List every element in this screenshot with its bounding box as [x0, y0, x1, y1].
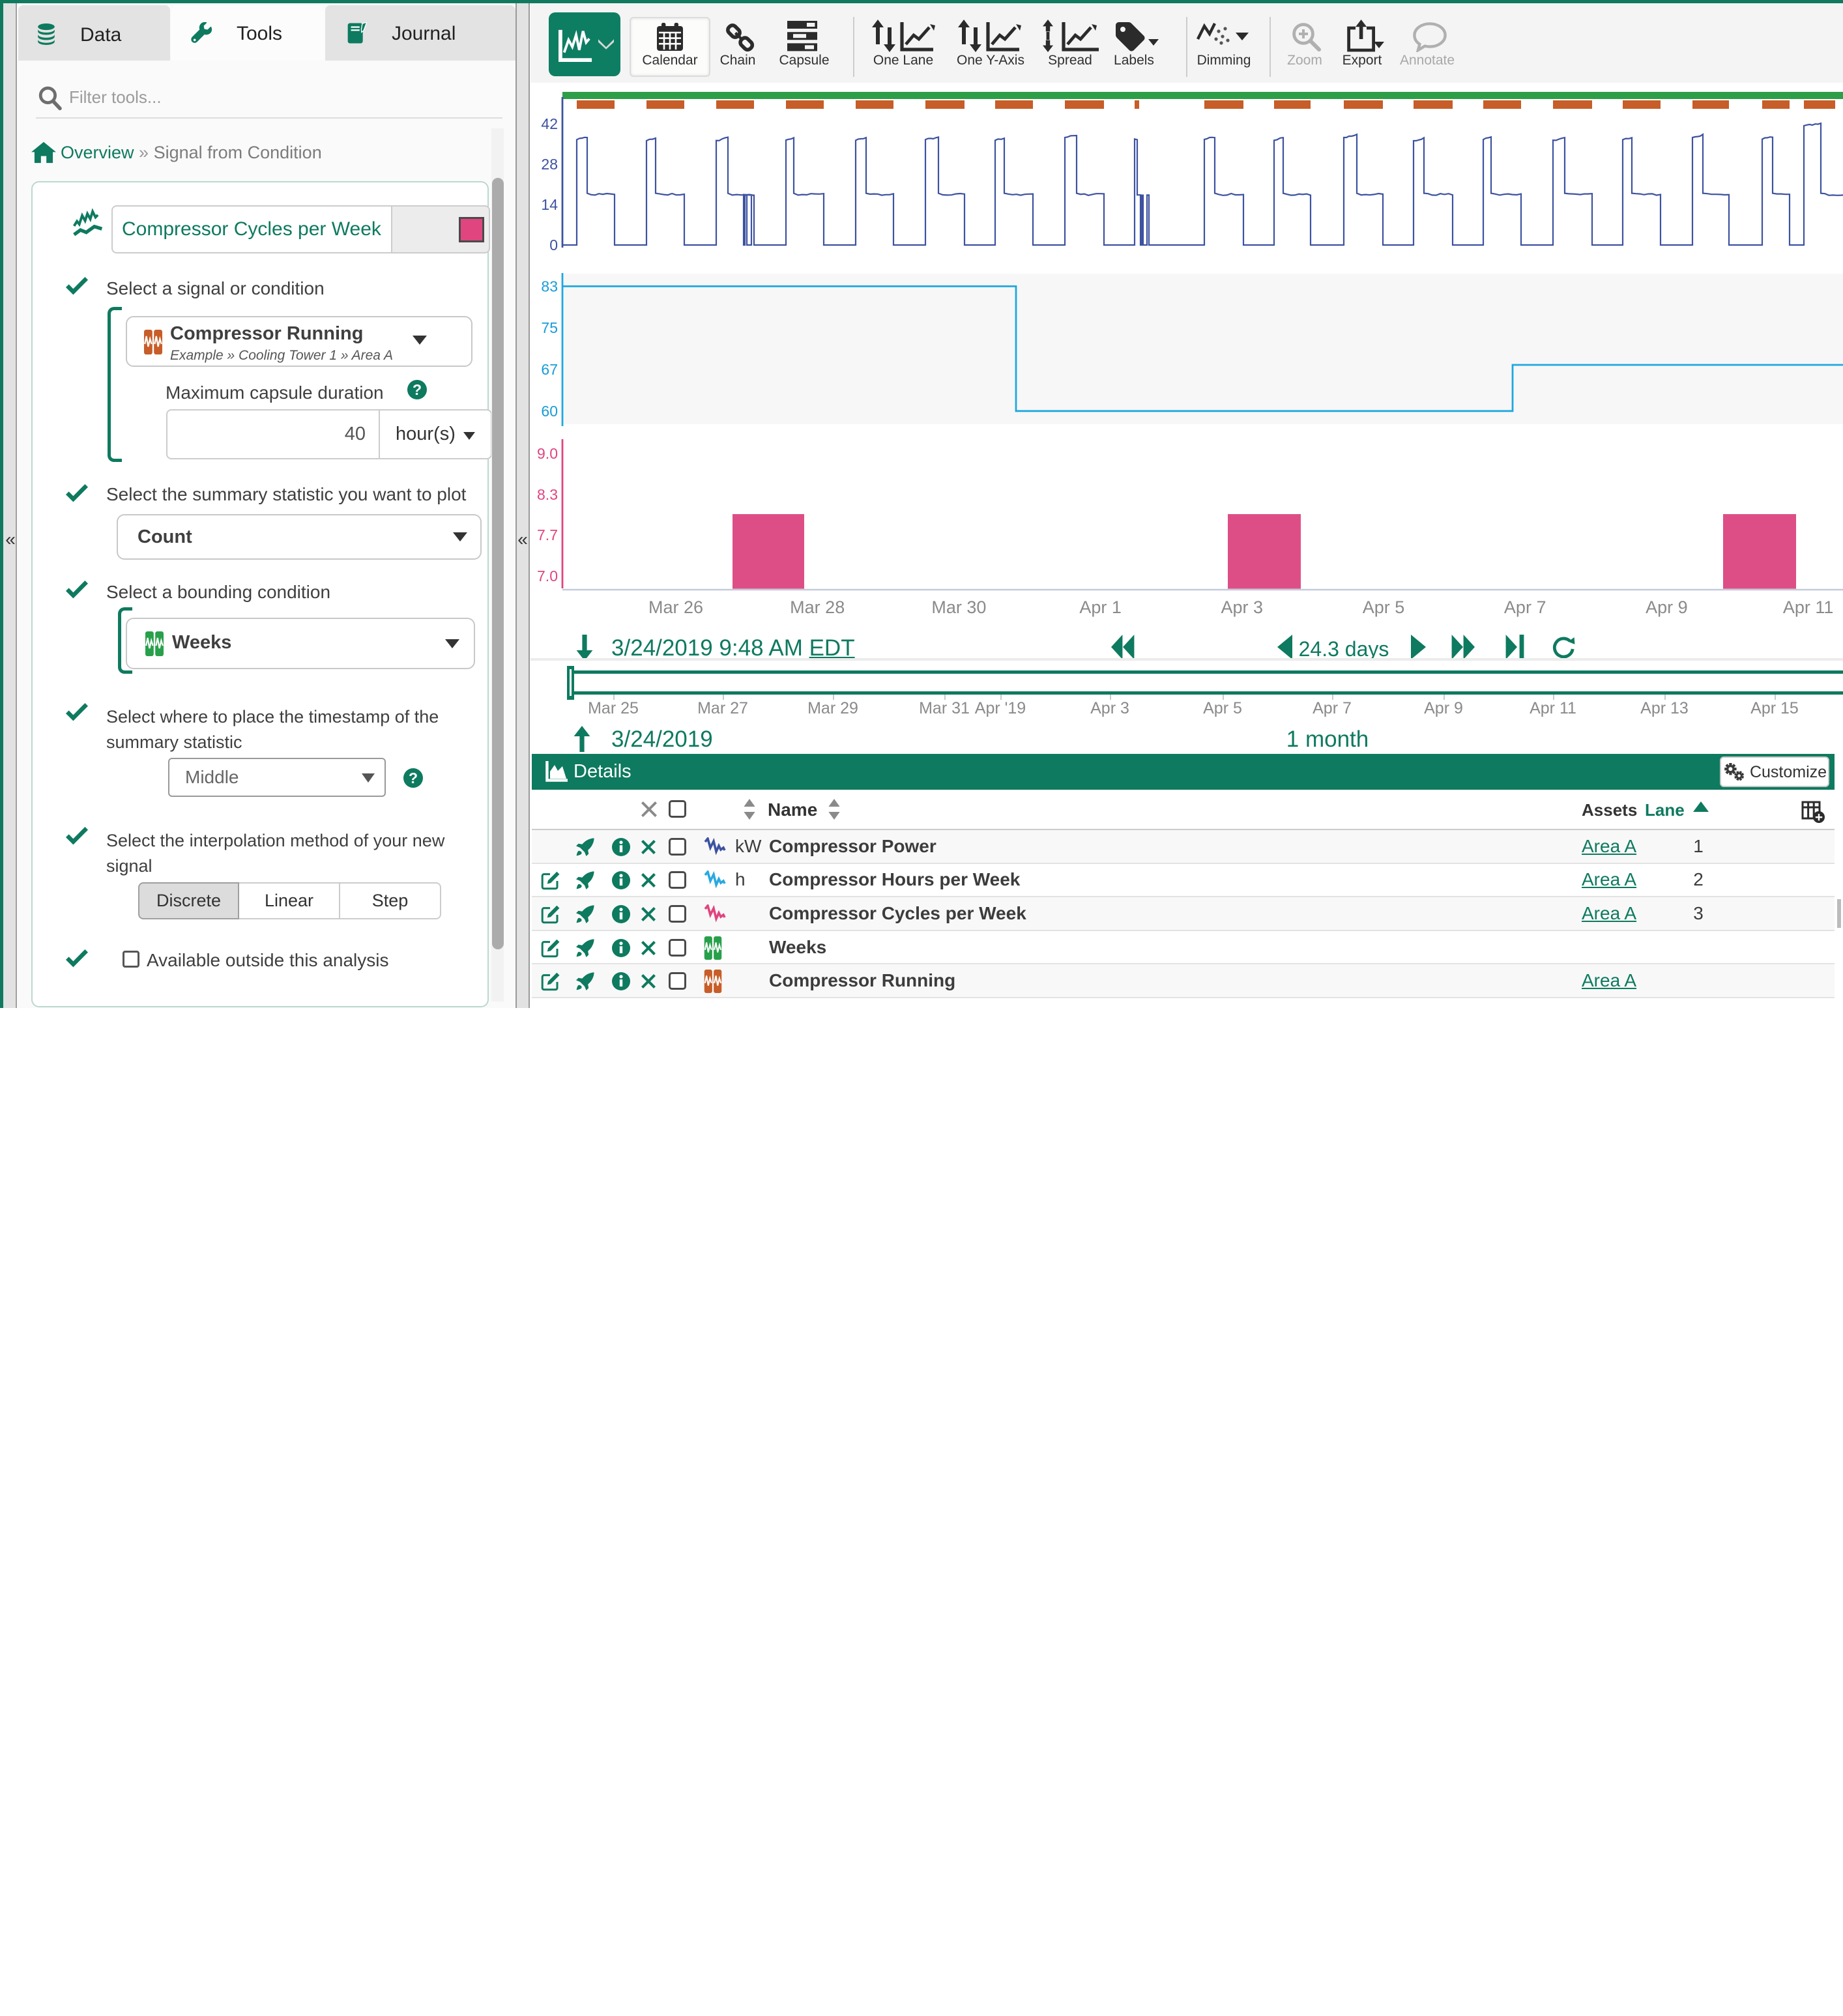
svg-text:7.0: 7.0 [537, 568, 558, 584]
svg-text:Apr 9: Apr 9 [1646, 598, 1688, 617]
svg-text:Mar 28: Mar 28 [790, 598, 845, 617]
svg-text:42: 42 [541, 115, 558, 132]
svg-text:8.3: 8.3 [537, 486, 558, 503]
svg-text:Apr 5: Apr 5 [1363, 598, 1405, 617]
svg-text:Apr 7: Apr 7 [1504, 598, 1546, 617]
svg-text:83: 83 [541, 278, 558, 295]
svg-text:Apr 3: Apr 3 [1221, 598, 1264, 617]
svg-text:28: 28 [541, 156, 558, 173]
svg-text:Apr 1: Apr 1 [1079, 598, 1122, 617]
svg-text:9.0: 9.0 [537, 445, 558, 462]
svg-text:0: 0 [549, 237, 558, 253]
svg-text:67: 67 [541, 361, 558, 378]
svg-text:75: 75 [541, 319, 558, 336]
svg-text:7.7: 7.7 [537, 526, 558, 543]
svg-text:14: 14 [541, 196, 558, 213]
svg-text:Apr 11: Apr 11 [1783, 598, 1834, 617]
svg-text:Mar 30: Mar 30 [931, 598, 986, 617]
svg-text:Mar 26: Mar 26 [648, 598, 703, 617]
svg-text:60: 60 [541, 403, 558, 420]
